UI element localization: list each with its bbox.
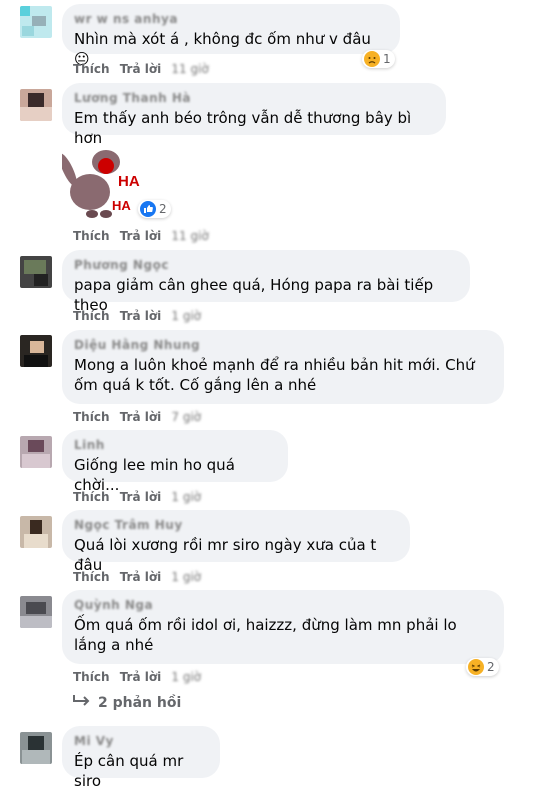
avatar[interactable] <box>20 596 52 628</box>
comment-bubble: Phương Ngọc papa giảm cân ghee quá, Hóng… <box>62 250 470 314</box>
comment-bubble: Mi Vy Ép cân quá mr siro <box>62 726 220 790</box>
comment-actions: Thích Trả lời 7 giờ <box>73 410 207 424</box>
avatar[interactable] <box>20 436 52 468</box>
comment-actions: Thích Trả lời 11 giờ <box>73 62 215 76</box>
commenter-name[interactable]: Phương Ngọc <box>74 258 458 272</box>
reply-link[interactable]: Trả lời <box>120 309 162 323</box>
timestamp[interactable]: 7 giờ <box>171 410 201 424</box>
reaction-count: 2 <box>487 660 495 674</box>
comment-bubble: Diệu Hằng Nhung Mong a luôn khoẻ mạnh để… <box>62 330 504 404</box>
comment-text: Quá lòi xương rồi mr siro ngày xưa của t… <box>74 536 377 574</box>
avatar[interactable] <box>20 732 52 764</box>
like-reaction-icon <box>140 201 156 217</box>
reaction-badge[interactable]: 1 <box>362 50 395 68</box>
haha-reaction-icon <box>468 659 484 675</box>
timestamp[interactable]: 1 giờ <box>171 570 201 584</box>
replies-count-label: 2 phản hồi <box>98 695 182 711</box>
comment-text: Giống lee min ho quá chời... <box>74 456 235 494</box>
like-link[interactable]: Thích <box>73 490 110 504</box>
avatar[interactable] <box>20 6 52 38</box>
comment-bubble: wr w ns anhya Nhìn mà xót á , không đc ố… <box>62 4 400 68</box>
reply-link[interactable]: Trả lời <box>120 490 162 504</box>
comment-text: Mong a luôn khoẻ mạnh để ra nhiều bản hi… <box>74 356 475 394</box>
avatar[interactable] <box>20 89 52 121</box>
timestamp[interactable]: 1 giờ <box>171 670 201 684</box>
timestamp[interactable]: 11 giờ <box>171 229 208 243</box>
comment-bubble: Lương Thanh Hà Em thấy anh béo trông vẫn… <box>62 83 446 147</box>
reaction-count: 2 <box>159 202 167 216</box>
reply-link[interactable]: Trả lời <box>120 410 162 424</box>
commenter-name[interactable]: Mi Vy <box>74 734 208 748</box>
reply-link[interactable]: Trả lời <box>120 62 162 76</box>
sticker-text: HA <box>118 173 140 190</box>
like-link[interactable]: Thích <box>73 410 110 424</box>
commenter-name[interactable]: Quỳnh Nga <box>74 598 492 612</box>
like-link[interactable]: Thích <box>73 570 110 584</box>
reaction-badge[interactable]: 2 <box>466 658 499 676</box>
comment-actions: Thích Trả lời 1 giờ <box>73 570 207 584</box>
comment-actions: Thích Trả lời 1 giờ <box>73 670 207 684</box>
avatar[interactable] <box>20 335 52 367</box>
comment-text: Ốm quá ốm rồi idol ơi, haizzz, đừng làm … <box>74 616 457 654</box>
svg-text:HA: HA <box>112 198 131 213</box>
comment-text: Ép cân quá mr siro <box>74 752 184 790</box>
comment-actions: Thích Trả lời 1 giờ <box>73 490 207 504</box>
comment-text: Em thấy anh béo trông vẫn dễ thương bây … <box>74 109 412 147</box>
comment-actions: Thích Trả lời 11 giờ <box>73 229 215 243</box>
reply-link[interactable]: Trả lời <box>120 570 162 584</box>
timestamp[interactable]: 11 giờ <box>171 62 208 76</box>
sad-reaction-icon <box>364 51 380 67</box>
reply-arrow-icon <box>70 694 92 712</box>
comment-actions: Thích Trả lời 1 giờ <box>73 309 207 323</box>
comment-bubble: Quỳnh Nga Ốm quá ốm rồi idol ơi, haizzz,… <box>62 590 504 664</box>
reply-link[interactable]: Trả lời <box>120 229 162 243</box>
comment-bubble: Ngọc Trâm Huy Quá lòi xương rồi mr siro … <box>62 510 410 574</box>
like-link[interactable]: Thích <box>73 229 110 243</box>
avatar[interactable] <box>20 516 52 548</box>
timestamp[interactable]: 1 giờ <box>171 309 201 323</box>
reply-link[interactable]: Trả lời <box>120 670 162 684</box>
avatar[interactable] <box>20 256 52 288</box>
commenter-name[interactable]: Linh <box>74 438 276 452</box>
comment-bubble: Linh Giống lee min ho quá chời... <box>62 430 288 494</box>
commenter-name[interactable]: wr w ns anhya <box>74 12 388 26</box>
timestamp[interactable]: 1 giờ <box>171 490 201 504</box>
commenter-name[interactable]: Ngọc Trâm Huy <box>74 518 398 532</box>
view-replies-button[interactable]: 2 phản hồi <box>70 694 181 712</box>
commenter-name[interactable]: Diệu Hằng Nhung <box>74 338 492 352</box>
commenter-name[interactable]: Lương Thanh Hà <box>74 91 434 105</box>
like-link[interactable]: Thích <box>73 309 110 323</box>
reaction-count: 1 <box>383 52 391 66</box>
like-link[interactable]: Thích <box>73 670 110 684</box>
reaction-badge[interactable]: 2 <box>138 200 171 218</box>
like-link[interactable]: Thích <box>73 62 110 76</box>
